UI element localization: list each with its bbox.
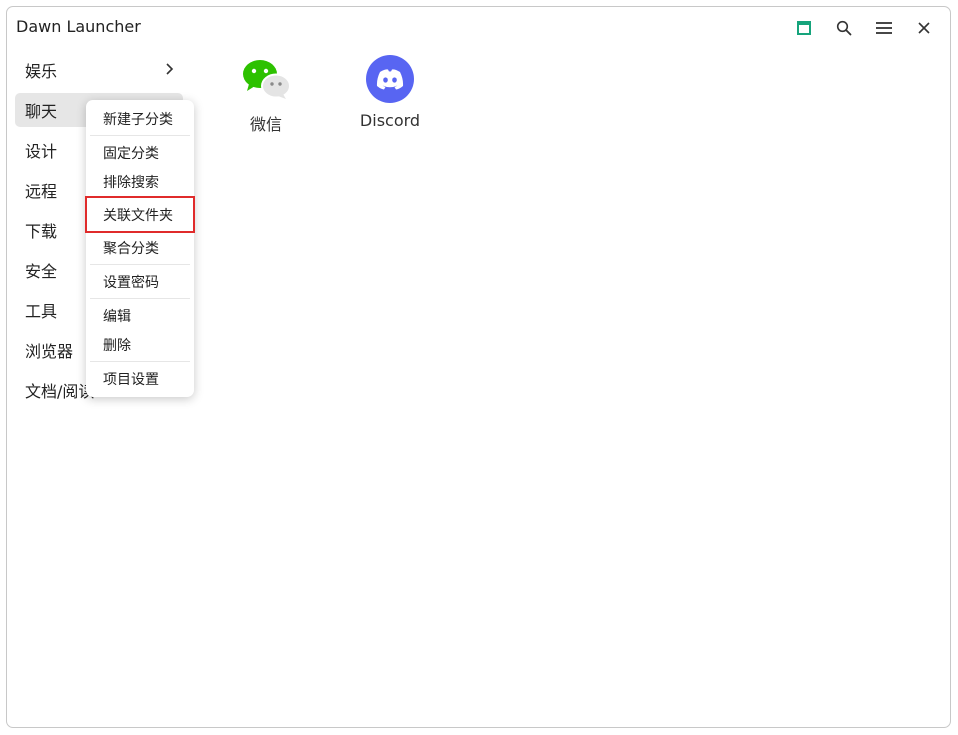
- menu-divider: [90, 264, 190, 265]
- menu-item-set-password[interactable]: 设置密码: [86, 267, 194, 296]
- context-menu: 新建子分类 固定分类 排除搜索 关联文件夹 聚合分类 设置密码 编辑 删除 项目…: [85, 100, 195, 397]
- sidebar-item-label: 文档/阅读: [25, 382, 95, 401]
- sidebar-item-label: 工具: [25, 302, 58, 321]
- app-icon-wrap: [240, 53, 292, 105]
- sidebar-item-label: 安全: [25, 262, 58, 281]
- sidebar-item-label: 下载: [25, 222, 58, 241]
- menu-icon: [876, 22, 892, 34]
- menu-item-pin-category[interactable]: 固定分类: [86, 138, 194, 167]
- menu-item-delete[interactable]: 删除: [86, 330, 194, 359]
- titlebar-actions: [784, 17, 944, 39]
- window-icon: [797, 21, 811, 35]
- discord-icon: [366, 55, 414, 103]
- sidebar-item-label: 远程: [25, 182, 58, 201]
- app-label: Discord: [359, 111, 421, 130]
- window-mode-button[interactable]: [784, 17, 824, 39]
- menu-divider: [90, 361, 190, 362]
- app-discord[interactable]: Discord: [328, 53, 452, 145]
- app-icon-wrap: [364, 53, 416, 105]
- menu-divider: [90, 135, 190, 136]
- menu-item-aggregate-category[interactable]: 聚合分类: [86, 233, 194, 262]
- app-wechat[interactable]: 微信: [204, 53, 328, 145]
- sidebar-item-entertainment[interactable]: 娱乐: [15, 53, 183, 87]
- search-button[interactable]: [824, 17, 864, 39]
- search-icon: [836, 20, 852, 36]
- sidebar-item-label: 浏览器: [25, 342, 74, 361]
- menu-item-item-settings[interactable]: 项目设置: [86, 364, 194, 393]
- chevron-right-icon: [166, 63, 174, 75]
- menu-item-exclude-search[interactable]: 排除搜索: [86, 167, 194, 196]
- menu-button[interactable]: [864, 17, 904, 39]
- close-icon: [918, 22, 930, 34]
- menu-item-edit[interactable]: 编辑: [86, 301, 194, 330]
- window-title: Dawn Launcher: [16, 17, 141, 36]
- wechat-icon: [243, 60, 291, 99]
- sidebar-item-label: 设计: [25, 142, 58, 161]
- sidebar-item-label: 娱乐: [25, 62, 58, 81]
- menu-item-new-subcategory[interactable]: 新建子分类: [86, 104, 194, 133]
- sidebar-item-label: 聊天: [25, 102, 58, 121]
- launcher-window: Dawn Launcher 娱乐 聊天 设计 远程 下载 安全 工具 浏览器 文…: [6, 6, 951, 728]
- app-grid: 微信 Discord: [204, 53, 452, 145]
- menu-divider: [90, 298, 190, 299]
- menu-item-link-folder[interactable]: 关联文件夹: [85, 196, 195, 233]
- app-label: 微信: [249, 115, 282, 134]
- close-button[interactable]: [904, 17, 944, 39]
